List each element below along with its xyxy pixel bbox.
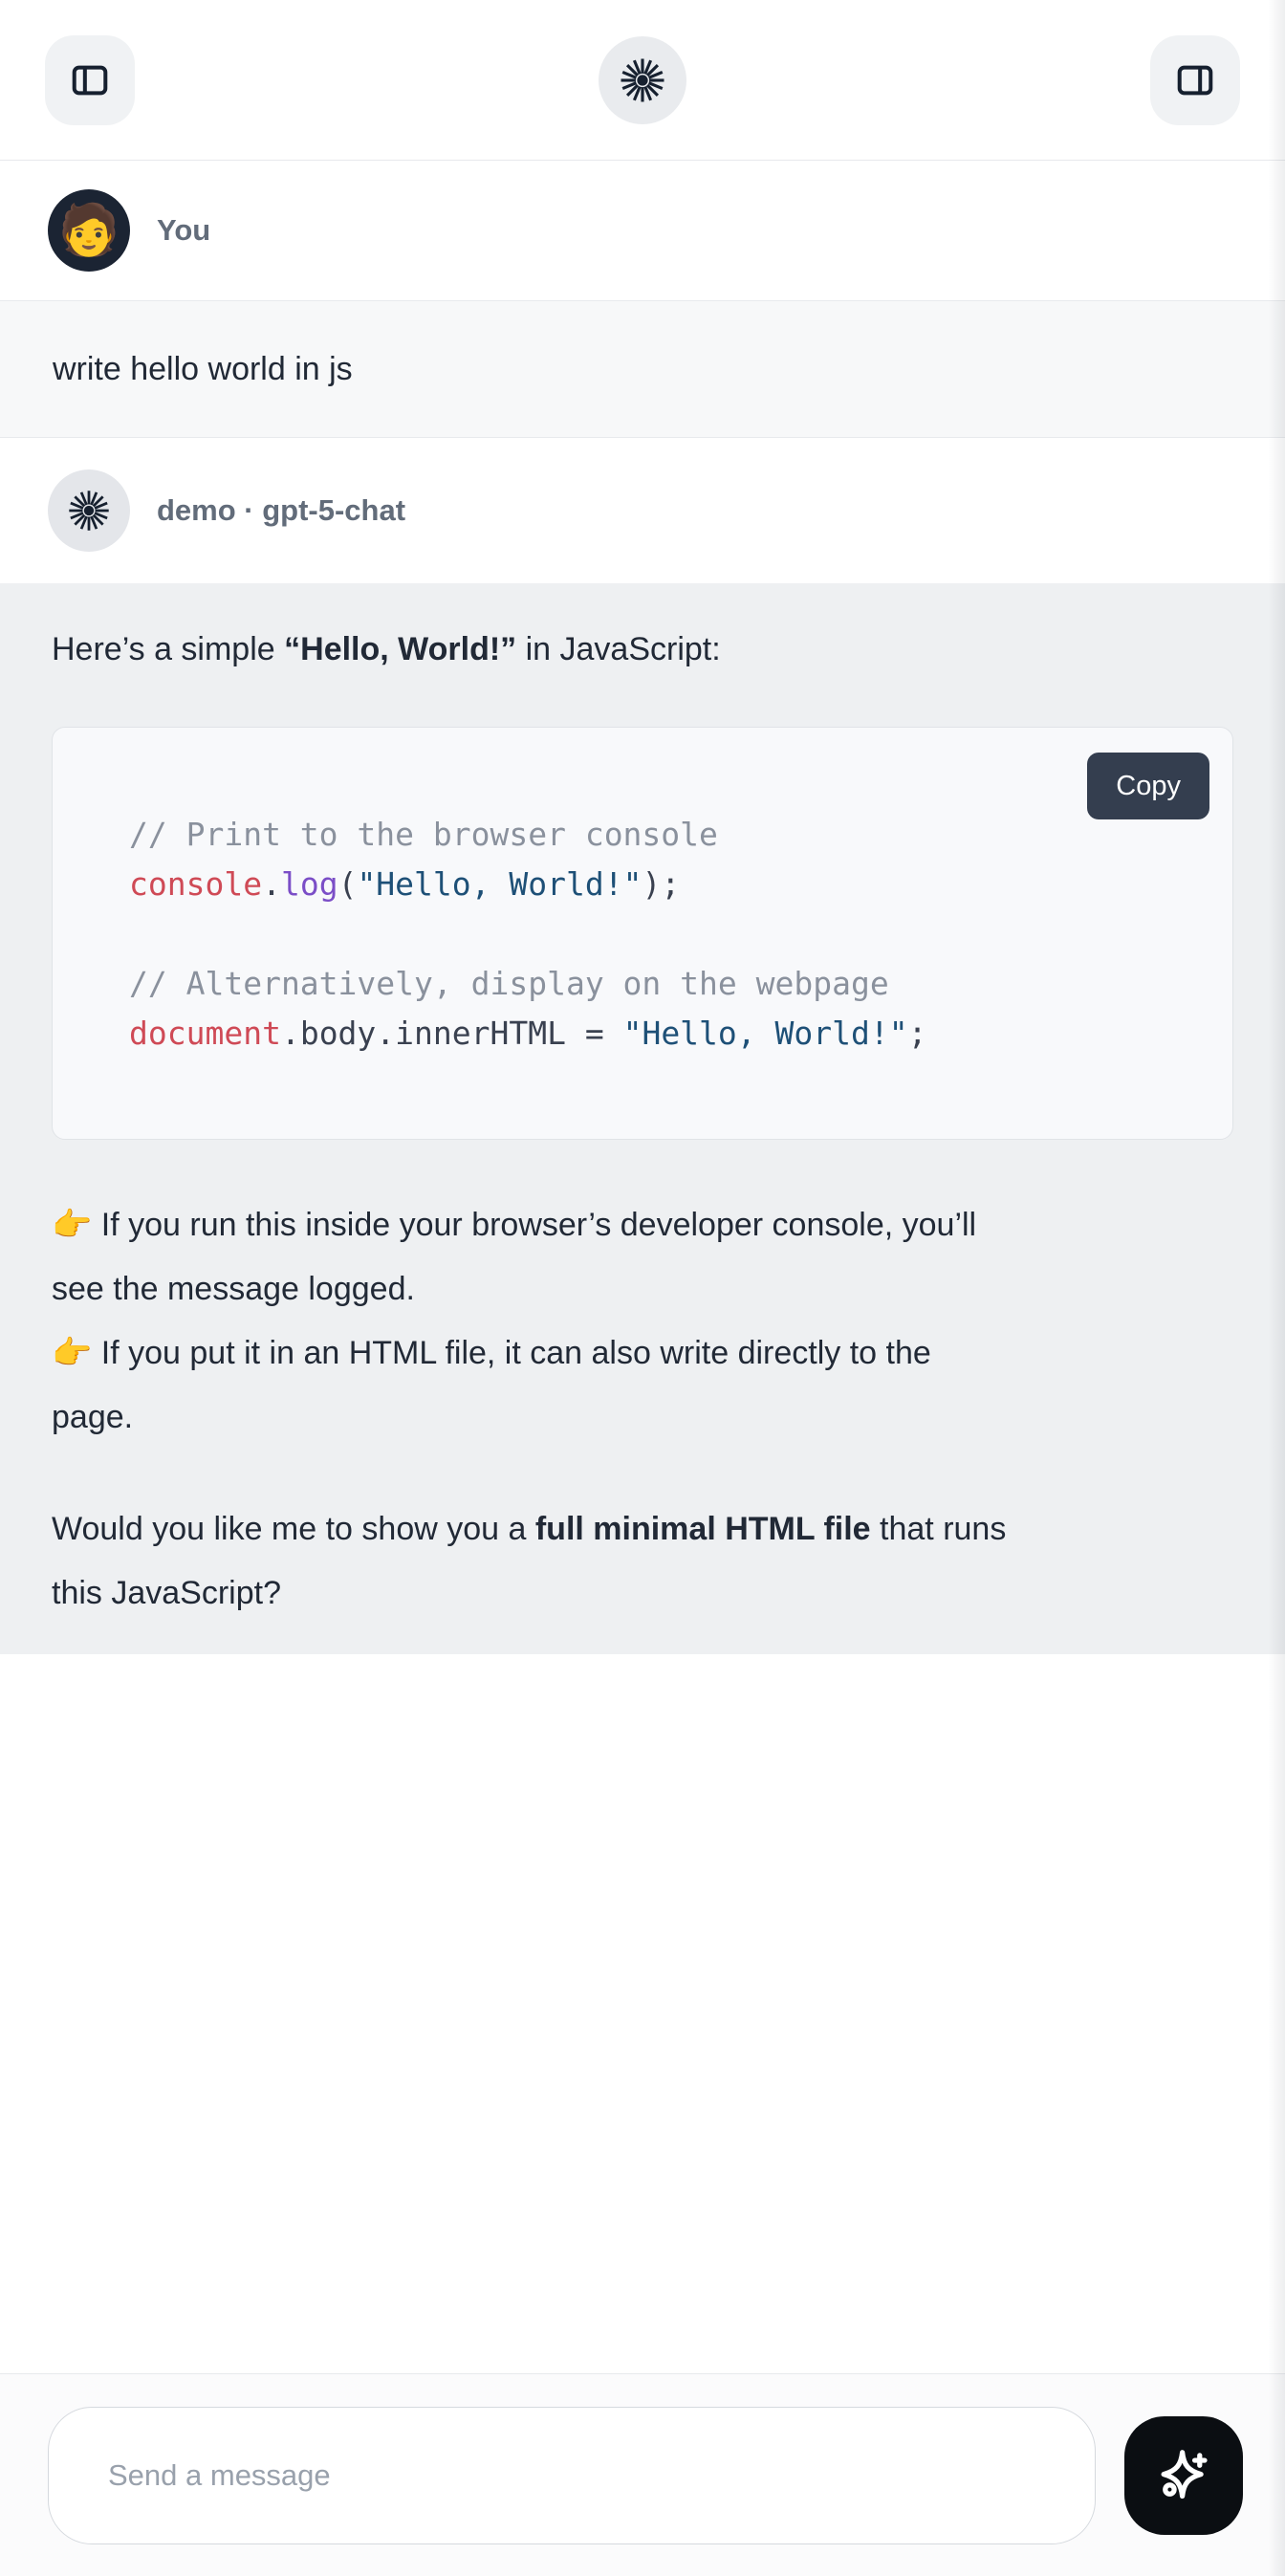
model-spinner-button[interactable] bbox=[599, 36, 686, 124]
code-content: // Print to the browser consoleconsole.l… bbox=[129, 810, 1204, 1059]
user-avatar: 🧑 bbox=[48, 189, 130, 272]
send-button[interactable] bbox=[1124, 2416, 1243, 2535]
user-author-row: 🧑 You bbox=[0, 161, 1285, 300]
top-bar bbox=[0, 0, 1285, 161]
user-avatar-emoji: 🧑 bbox=[58, 206, 120, 255]
right-panel-toggle-button[interactable] bbox=[1150, 35, 1240, 125]
assistant-note-line: 👉 If you run this inside your browser’s … bbox=[52, 1193, 1233, 1321]
user-author-label: You bbox=[157, 213, 210, 248]
assistant-message: Here’s a simple “Hello, World!” in JavaS… bbox=[0, 583, 1285, 1654]
starburst-icon bbox=[67, 489, 111, 533]
assistant-author-row: demo · gpt-5-chat bbox=[0, 438, 1285, 583]
assistant-author-label: demo · gpt-5-chat bbox=[157, 493, 405, 528]
chat-app: 🧑 You write hello world in js demo · gpt… bbox=[0, 0, 1285, 2576]
message-input[interactable] bbox=[48, 2407, 1096, 2544]
panel-left-icon bbox=[68, 58, 112, 102]
starburst-icon bbox=[619, 56, 666, 104]
user-message-bubble: write hello world in js bbox=[0, 300, 1285, 438]
assistant-intro-text: Here’s a simple “Hello, World!” in JavaS… bbox=[52, 627, 1233, 671]
empty-scroll-area bbox=[0, 1654, 1285, 2373]
assistant-note-line: 👉 If you put it in an HTML file, it can … bbox=[52, 1321, 1233, 1450]
assistant-notes: 👉 If you run this inside your browser’s … bbox=[52, 1193, 1233, 1450]
assistant-question-text: Would you like me to show you a full min… bbox=[52, 1497, 1233, 1626]
user-message-text: write hello world in js bbox=[53, 351, 353, 388]
assistant-avatar bbox=[48, 469, 130, 552]
panel-right-icon bbox=[1173, 58, 1217, 102]
sparkle-icon bbox=[1152, 2444, 1215, 2507]
copy-button[interactable]: Copy bbox=[1087, 753, 1209, 819]
sidebar-toggle-button[interactable] bbox=[45, 35, 135, 125]
code-block: Copy // Print to the browser consolecons… bbox=[52, 727, 1233, 1140]
composer-bar bbox=[0, 2373, 1285, 2576]
